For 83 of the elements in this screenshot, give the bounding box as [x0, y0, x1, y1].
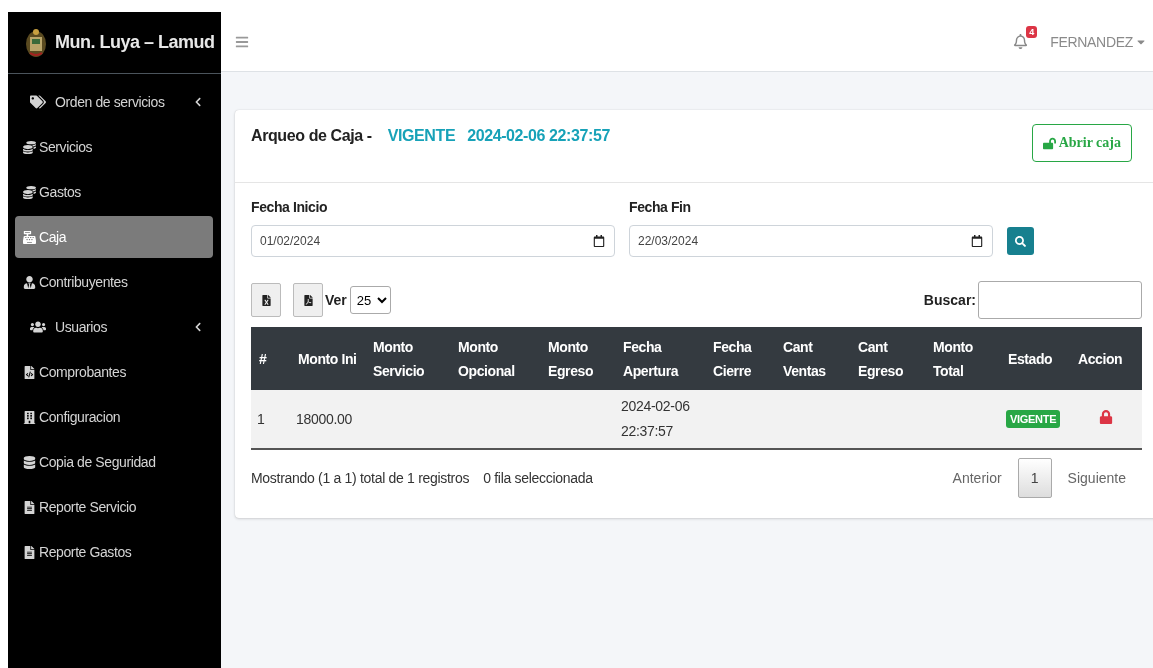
sidebar-item[interactable]: Comprobantes: [15, 351, 213, 393]
table-info: Mostrando (1 a 1) total de 1 registros: [251, 470, 470, 486]
sidebar-item[interactable]: Usuarios: [15, 306, 213, 348]
emblem-icon: [25, 27, 47, 58]
sidebar-item-label: Gastos: [39, 184, 82, 200]
column-header[interactable]: Cant Egreso: [850, 327, 925, 390]
sidebar-item[interactable]: Gastos: [15, 171, 213, 213]
status-text: VIGENTE: [387, 127, 456, 145]
status-badge: VIGENTE: [1006, 410, 1061, 428]
chevron-left-icon: [193, 322, 203, 332]
column-header[interactable]: Fecha Cierre: [705, 327, 775, 390]
document-icon: [23, 545, 36, 559]
sidebar-item-label: Reporte Servicio: [39, 499, 138, 515]
search-field[interactable]: [978, 281, 1142, 319]
sidebar-item[interactable]: Orden de servicios: [15, 81, 213, 123]
brand-name: Mun. Luya – Lamud: [55, 32, 215, 53]
sidebar-item[interactable]: Servicios: [15, 126, 213, 168]
sidebar-item-label: Orden de servicios: [55, 94, 166, 110]
sidebar-item-label: Caja: [39, 229, 68, 245]
page-size-select[interactable]: 25: [349, 286, 391, 314]
calendar-icon[interactable]: [593, 235, 605, 247]
tag-icon: [30, 94, 46, 110]
code-file-icon: [23, 365, 36, 379]
show-label: Ver: [325, 292, 347, 308]
sidebar-item-label: Usuarios: [55, 319, 109, 335]
excel-file-icon: [260, 294, 272, 306]
document-icon: [23, 500, 36, 514]
user-icon: [23, 275, 36, 289]
sidebar-item[interactable]: Copia de Seguridad: [15, 441, 213, 483]
column-header[interactable]: Monto Total: [925, 327, 1000, 390]
column-header[interactable]: #: [251, 327, 290, 390]
chevron-left-icon: [193, 97, 203, 107]
unlock-icon: [1042, 136, 1056, 150]
selection-info: 0 fila seleccionada: [483, 470, 593, 486]
sidebar-item-label: Comprobantes: [39, 364, 128, 380]
date-field[interactable]: 01/02/2024: [251, 225, 615, 257]
column-header[interactable]: Cant Ventas: [775, 327, 850, 390]
menu-icon[interactable]: [235, 34, 249, 49]
users-icon: [30, 319, 46, 335]
sidebar-item[interactable]: Reporte Servicio: [15, 486, 213, 528]
building-icon: [23, 410, 36, 424]
datetime-text: 2024-02-06 22:37:57: [467, 127, 610, 145]
pdf-export-button[interactable]: [293, 283, 323, 317]
sidebar-item[interactable]: Reporte Gastos: [15, 531, 213, 573]
search-icon: [1015, 235, 1026, 247]
field-label: Fecha Inicio: [251, 199, 329, 215]
date-field[interactable]: 22/03/2024: [629, 225, 993, 257]
search-label: Buscar:: [923, 292, 976, 308]
sidebar-item-label: Reporte Gastos: [39, 544, 133, 560]
calendar-icon[interactable]: [971, 235, 983, 247]
field-label: Fecha Fin: [629, 199, 692, 215]
excel-export-button[interactable]: [251, 283, 281, 317]
sidebar-item-label: Servicios: [39, 139, 94, 155]
sidebar-item[interactable]: Caja: [15, 216, 213, 258]
lock-icon[interactable]: [1099, 409, 1113, 424]
bell-icon[interactable]: [1013, 34, 1029, 49]
sidebar-item-label: Contribuyentes: [39, 274, 129, 290]
pdf-file-icon: [302, 294, 314, 306]
table-cell: 2024-02-06 22:37:57: [615, 390, 705, 449]
column-header[interactable]: Estado: [1000, 327, 1070, 390]
sidebar-item[interactable]: Contribuyentes: [15, 261, 213, 303]
sidebar-item-label: Copia de Seguridad: [39, 454, 157, 470]
sidebar-item[interactable]: Configuracion: [15, 396, 213, 438]
column-header[interactable]: Accion: [1070, 327, 1142, 390]
cash-register-icon: [23, 230, 36, 244]
column-header[interactable]: Fecha Apertura: [615, 327, 705, 390]
notification-count: 4: [1026, 26, 1038, 38]
card-title: Arqueo de Caja -: [251, 127, 372, 145]
coins-icon: [23, 140, 36, 154]
database-icon: [23, 455, 36, 469]
column-header[interactable]: Monto Egreso: [540, 327, 615, 390]
user-menu[interactable]: FERNANDEZ: [1050, 33, 1147, 50]
column-header[interactable]: Monto Servicio: [365, 327, 450, 390]
page-button[interactable]: 1: [1017, 458, 1052, 498]
previous-link[interactable]: Anterior: [936, 470, 1018, 486]
column-header[interactable]: Monto Opcional: [450, 327, 540, 390]
coins-icon: [23, 185, 36, 199]
next-link[interactable]: Siguiente: [1051, 470, 1142, 486]
table-cell: 18000.00: [290, 390, 365, 449]
table-cell: 1: [251, 390, 290, 449]
sidebar-item-label: Configuracion: [39, 409, 122, 425]
search-button[interactable]: [1007, 227, 1034, 255]
column-header[interactable]: Monto Ini: [290, 327, 365, 390]
